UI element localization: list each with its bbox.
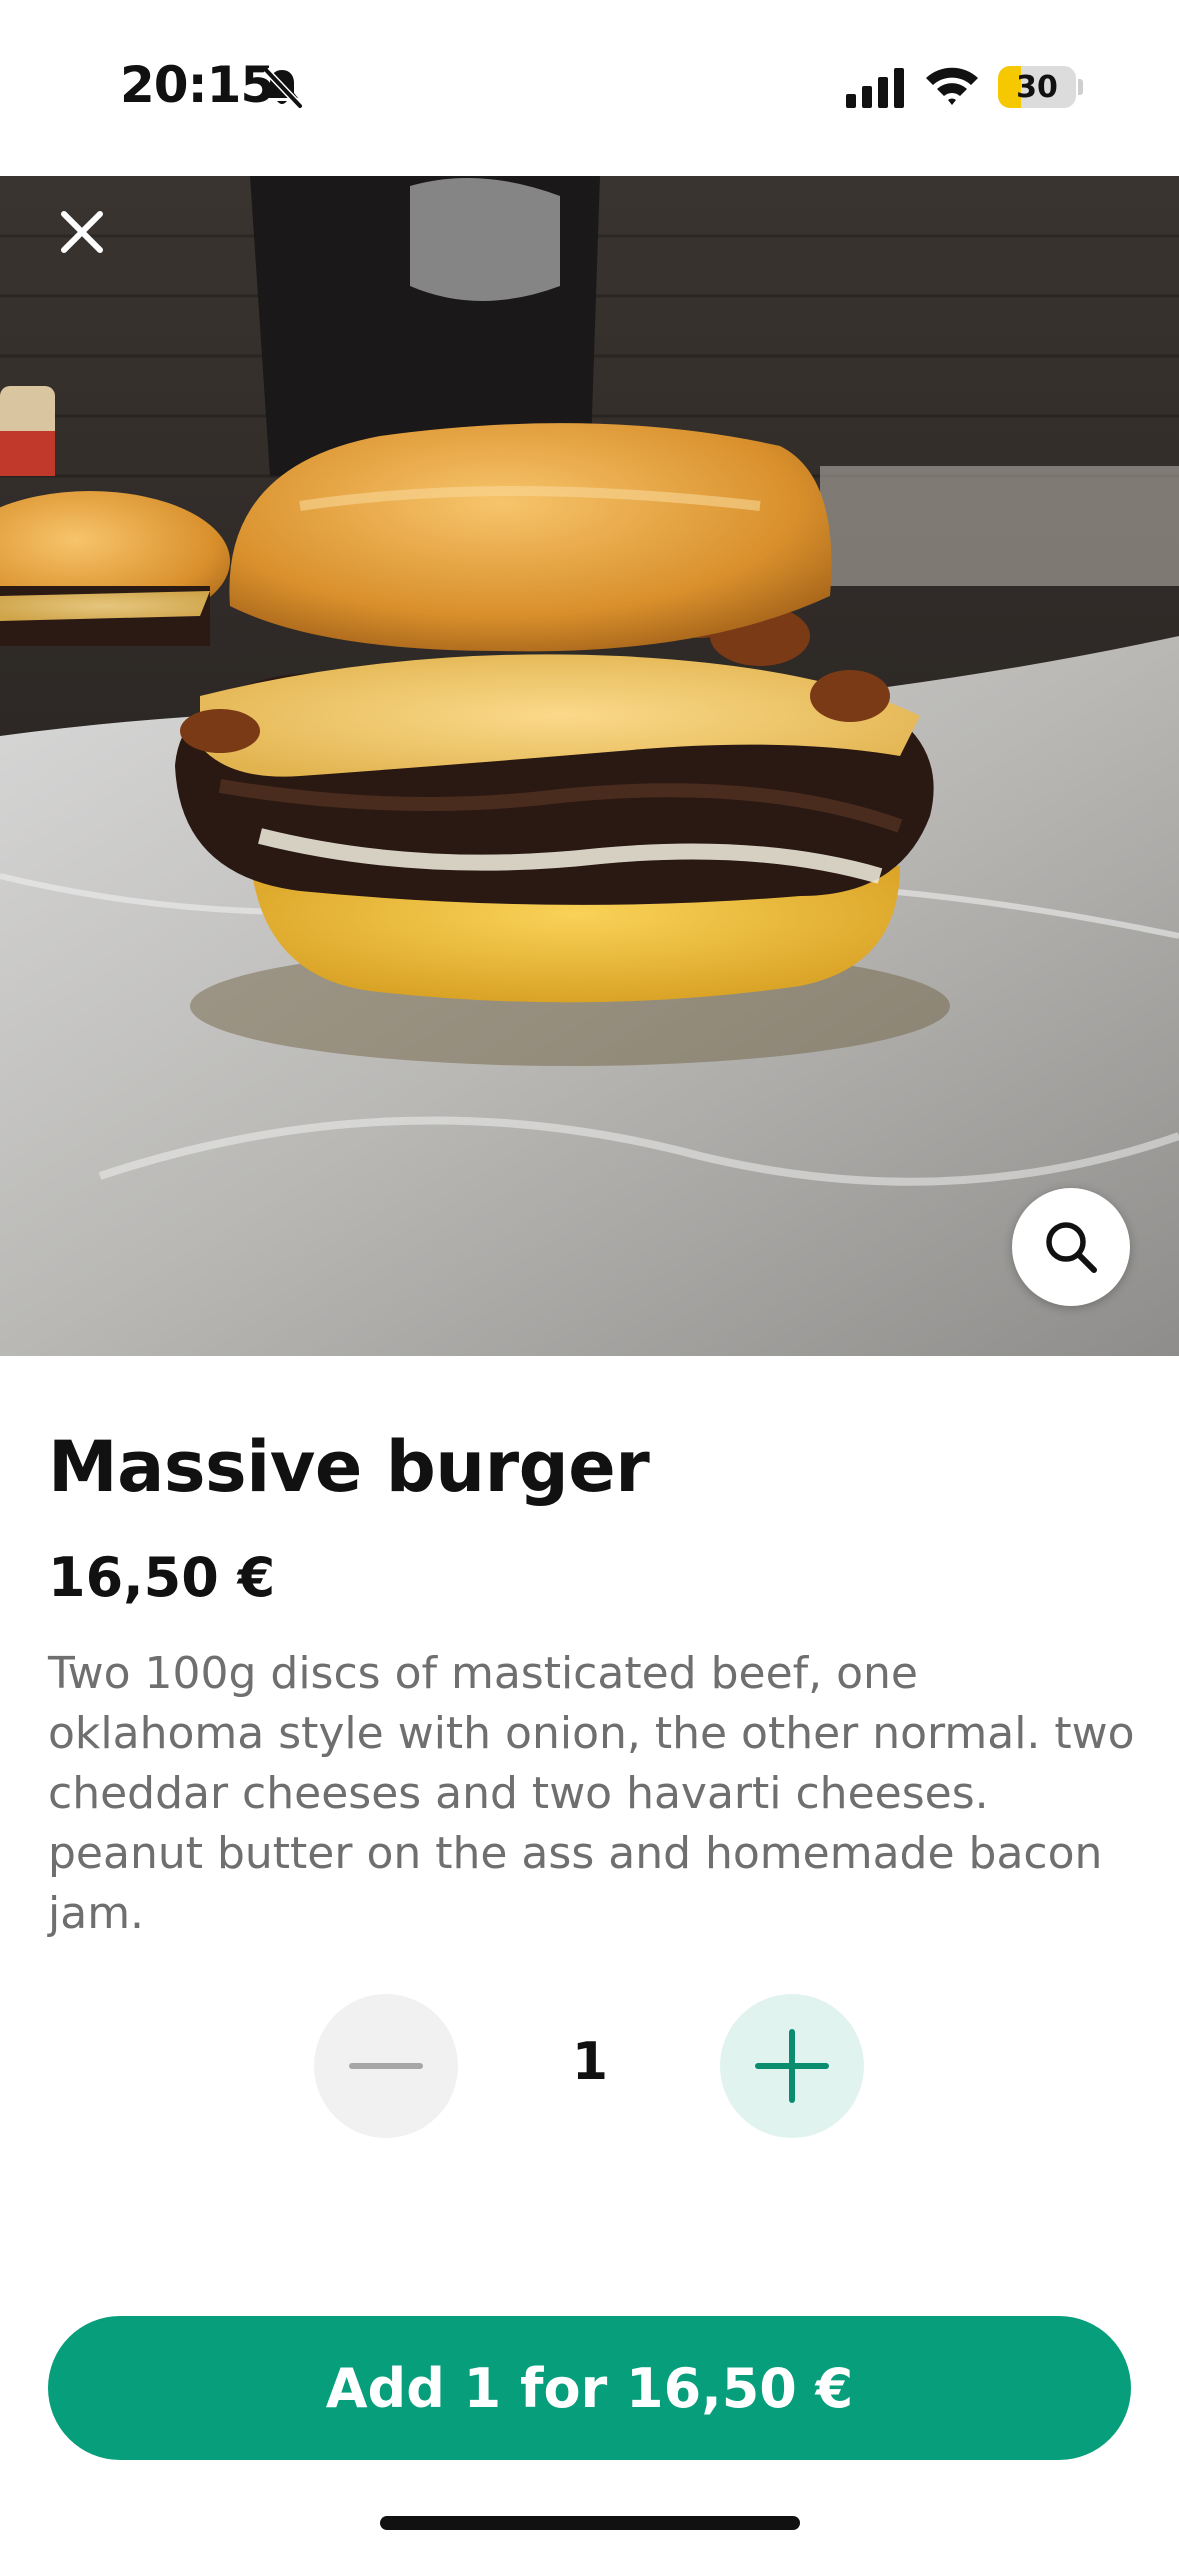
plus-icon xyxy=(755,2029,829,2103)
wifi-icon xyxy=(926,67,978,105)
quantity-value: 1 xyxy=(571,2032,609,2092)
product-title: Massive burger xyxy=(48,1426,650,1508)
cellular-signal-icon xyxy=(846,68,904,108)
battery-indicator: 30 xyxy=(998,66,1076,108)
add-to-order-button[interactable]: Add 1 for 16,50 € xyxy=(48,2316,1131,2460)
minus-icon xyxy=(349,2063,423,2069)
search-icon xyxy=(1046,1222,1097,1273)
product-detail-screen: 20:15 30 Massive burger 16,50 € Two 100g… xyxy=(0,0,1179,2556)
zoom-image-button[interactable] xyxy=(1012,1188,1130,1306)
increase-quantity-button[interactable] xyxy=(720,1994,864,2138)
close-button[interactable] xyxy=(40,190,124,274)
status-time: 20:15 xyxy=(120,56,275,114)
product-price: 16,50 € xyxy=(48,1546,276,1609)
battery-level: 30 xyxy=(1016,69,1058,105)
battery-cap xyxy=(1078,79,1083,95)
bell-slash-icon xyxy=(263,67,303,109)
home-indicator[interactable] xyxy=(380,2516,800,2530)
product-image xyxy=(0,176,1179,1356)
decrease-quantity-button[interactable] xyxy=(314,1994,458,2138)
status-bar: 20:15 30 xyxy=(0,0,1179,176)
burger-photo xyxy=(0,176,1179,1356)
product-description: Two 100g discs of masticated beef, one o… xyxy=(48,1648,1135,1939)
close-icon xyxy=(61,211,103,253)
